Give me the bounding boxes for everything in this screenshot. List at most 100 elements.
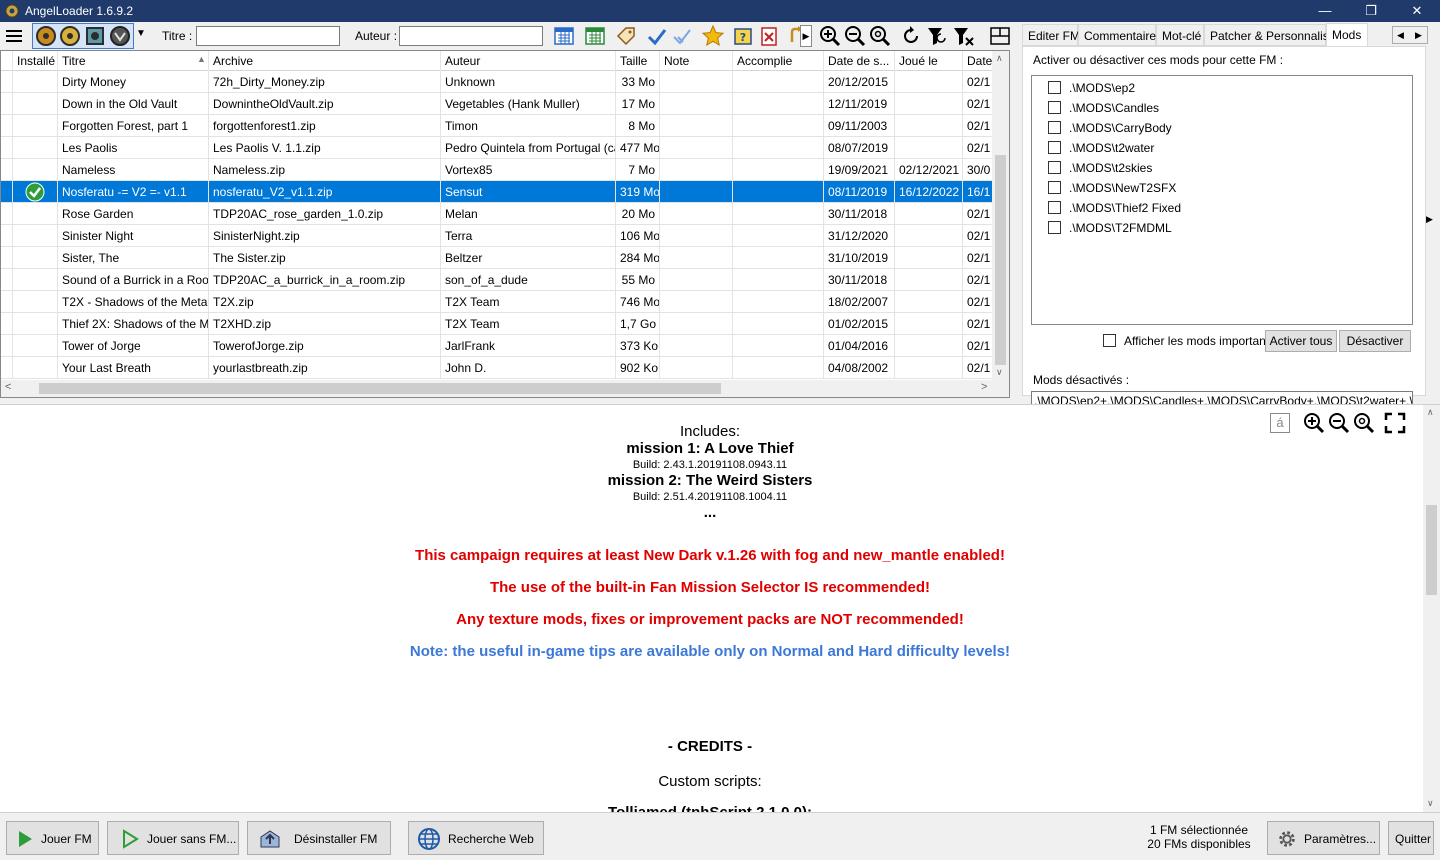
mod-item[interactable]: .\MODS\t2water <box>1048 138 1154 158</box>
thief2-filter-icon[interactable] <box>58 24 82 48</box>
row-header-cell[interactable] <box>1 291 13 313</box>
column-last-played[interactable]: Joué le <box>895 51 963 71</box>
unfinished-filter-icon[interactable] <box>670 24 694 48</box>
author-filter-input[interactable] <box>399 26 543 46</box>
disable-mods-button[interactable]: Désactiver <box>1339 330 1411 352</box>
tab-patch[interactable]: Patcher & Personnaliser <box>1204 24 1339 46</box>
table-row[interactable]: Down in the Old Vault DownintheOldVault.z… <box>1 93 993 115</box>
filter-overflow-button[interactable]: ▶ <box>800 25 812 47</box>
table-row[interactable]: T2X - Shadows of the Metal ... T2X.zip T2X… <box>1 291 993 313</box>
row-header-cell[interactable] <box>1 159 13 181</box>
thief3-filter-icon[interactable] <box>83 24 107 48</box>
mod-checkbox[interactable] <box>1048 181 1061 194</box>
row-header-cell[interactable] <box>1 225 13 247</box>
game-filter-dropdown-icon[interactable]: ▼ <box>136 28 160 52</box>
zoom-out-icon[interactable] <box>843 24 867 48</box>
tab-tags[interactable]: Mot-clé <box>1156 24 1204 46</box>
table-row[interactable]: Your Last Breath yourlastbreath.zip John D… <box>1 357 993 379</box>
column-finished[interactable]: Accomplie <box>733 51 824 71</box>
column-date-added[interactable]: Date <box>963 51 993 71</box>
unsupported-filter-icon[interactable]: ? <box>731 24 755 48</box>
readme-scroll-up-icon[interactable]: ∧ <box>1427 407 1434 418</box>
row-header-cell[interactable] <box>1 181 13 203</box>
mod-item[interactable]: .\MODS\NewT2SFX <box>1048 178 1176 198</box>
tab-edit-fm[interactable]: Editer FM <box>1022 24 1080 46</box>
mod-item[interactable]: .\MODS\Candles <box>1048 98 1159 118</box>
scroll-right-icon[interactable]: > <box>981 381 987 393</box>
mod-checkbox[interactable] <box>1048 221 1061 234</box>
last-played-filter-icon[interactable] <box>583 24 607 48</box>
row-header-cell[interactable] <box>1 335 13 357</box>
finished-filter-icon[interactable] <box>645 24 669 48</box>
table-row[interactable]: Sinister Night SinisterNight.zip Terra 106 … <box>1 225 993 247</box>
mod-checkbox[interactable] <box>1048 141 1061 154</box>
minimize-button[interactable]: — <box>1302 0 1348 22</box>
table-row[interactable]: Rose Garden TDP20AC_rose_garden_1.0.zip Me… <box>1 203 993 225</box>
row-header-cell[interactable] <box>1 137 13 159</box>
row-header-cell[interactable] <box>1 93 13 115</box>
table-row[interactable]: Nameless Nameless.zip Vortex85 7 Mo 19/09/20… <box>1 159 993 181</box>
table-row[interactable]: Tower of Jorge TowerofJorge.zip JarlFrank 3… <box>1 335 993 357</box>
table-row[interactable]: Sound of a Burrick in a Roo... TDP20AC_a_… <box>1 269 993 291</box>
mod-checkbox[interactable] <box>1048 81 1061 94</box>
row-header-cell[interactable] <box>1 71 13 93</box>
quit-button[interactable]: Quitter <box>1388 821 1434 855</box>
tab-scroll-left-icon[interactable]: ◀ <box>1397 27 1404 43</box>
table-row[interactable]: Les Paolis Les Paolis V. 1.1.zip Pedro Qui… <box>1 137 993 159</box>
refresh-filters-icon[interactable] <box>925 24 949 48</box>
mod-item[interactable]: .\MODS\T2FMDML <box>1048 218 1172 238</box>
column-release-date[interactable]: Date de s... <box>824 51 895 71</box>
mod-checkbox[interactable] <box>1048 121 1061 134</box>
date-released-filter-icon[interactable] <box>552 24 576 48</box>
collapse-panel-icon[interactable]: ▶ <box>1426 214 1433 225</box>
scroll-down-icon[interactable]: ∨ <box>996 367 1003 378</box>
column-installed[interactable]: Installé <box>13 51 58 71</box>
tab-scroll-buttons[interactable]: ◀ ▶ <box>1392 26 1428 44</box>
close-button[interactable]: ✕ <box>1394 0 1440 22</box>
title-filter-input[interactable] <box>196 26 340 46</box>
rating-filter-icon[interactable] <box>701 24 725 48</box>
mod-checkbox[interactable] <box>1048 101 1061 114</box>
layout-toggle-icon[interactable] <box>988 24 1012 48</box>
unavailable-filter-icon[interactable] <box>757 24 781 48</box>
mod-checkbox[interactable] <box>1048 161 1061 174</box>
web-search-button[interactable]: Recherche Web <box>408 821 544 855</box>
grid-vertical-scrollbar[interactable]: ∧ ∨ <box>992 51 1009 381</box>
mod-item[interactable]: .\MODS\ep2 <box>1048 78 1135 98</box>
scroll-left-icon[interactable]: < <box>5 381 11 393</box>
column-archive[interactable]: Archive <box>209 51 441 71</box>
tab-scroll-right-icon[interactable]: ▶ <box>1415 27 1422 43</box>
grid-vertical-scroll-thumb[interactable] <box>995 155 1006 365</box>
clear-filters-icon[interactable] <box>951 24 975 48</box>
scroll-up-icon[interactable]: ∧ <box>996 53 1003 64</box>
row-header-cell[interactable] <box>1 247 13 269</box>
settings-button[interactable]: Paramètres... <box>1267 821 1380 855</box>
column-size[interactable]: Taille <box>616 51 660 71</box>
maximize-button[interactable]: ❐ <box>1348 0 1394 22</box>
column-rating[interactable]: Note <box>660 51 733 71</box>
tab-comments[interactable]: Commentaires <box>1078 24 1162 46</box>
column-title[interactable]: Titre <box>58 51 209 71</box>
show-important-checkbox[interactable] <box>1103 334 1116 347</box>
play-without-fm-button[interactable]: Jouer sans FM... <box>107 821 239 855</box>
readme-scroll-thumb[interactable] <box>1426 505 1437 595</box>
zoom-reset-icon[interactable] <box>868 24 892 48</box>
zoom-in-icon[interactable] <box>818 24 842 48</box>
play-fm-button[interactable]: Jouer FM <box>6 821 99 855</box>
ss2-filter-icon[interactable] <box>108 24 132 48</box>
row-header-cell[interactable] <box>1 269 13 291</box>
tags-filter-icon[interactable] <box>614 24 638 48</box>
show-important-mods-toggle[interactable]: Afficher les mods importants <box>1103 331 1275 351</box>
uninstall-fm-button[interactable]: Désinstaller FM <box>247 821 391 855</box>
grid-horizontal-scrollbar[interactable]: < > <box>1 380 1009 397</box>
hamburger-menu-icon[interactable] <box>2 24 26 48</box>
table-row[interactable]: Nosferatu -= V2 =- v1.1 nosferatu_V2_v1.1… <box>1 181 993 203</box>
row-header-cell[interactable] <box>1 357 13 379</box>
readme-vertical-scrollbar[interactable]: ∧ ∨ <box>1423 405 1440 812</box>
tab-mods[interactable]: Mods <box>1326 23 1368 47</box>
table-row[interactable]: Sister, The The Sister.zip Beltzer 284 Mo 31… <box>1 247 993 269</box>
table-row[interactable]: Dirty Money 72h_Dirty_Money.zip Unknown 33 … <box>1 71 993 93</box>
row-header-cell[interactable] <box>1 203 13 225</box>
refresh-icon[interactable] <box>899 24 923 48</box>
mod-item[interactable]: .\MODS\t2skies <box>1048 158 1152 178</box>
